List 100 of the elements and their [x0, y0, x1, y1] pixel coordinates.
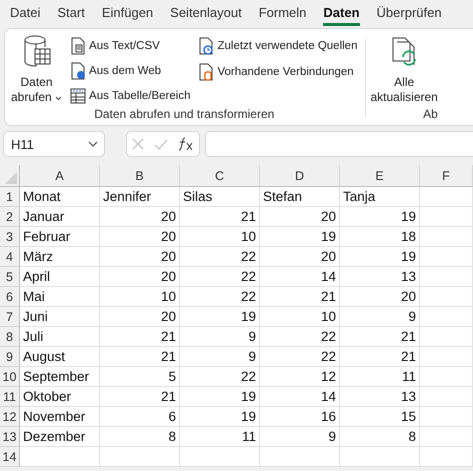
database-document-icon [198, 63, 214, 81]
row-header[interactable]: 2 [0, 207, 20, 227]
ribbon-tab[interactable]: Überprüfen [376, 0, 442, 26]
cancel-icon[interactable] [132, 138, 144, 150]
table-cell: 9 [340, 307, 420, 327]
table-cell: 11 [340, 367, 420, 387]
table-cell: 19 [180, 307, 260, 327]
table-cell: 19 [180, 407, 260, 427]
database-table-icon [22, 35, 51, 69]
table-cell: 21 [180, 207, 260, 227]
column-header[interactable]: B [100, 165, 180, 187]
column-header[interactable]: A [20, 165, 100, 187]
table-cell: November [20, 407, 100, 427]
table-cell: Oktober [20, 387, 100, 407]
table-cell: 19 [180, 387, 260, 407]
table-cell: 10 [100, 287, 180, 307]
table-cell: Jennifer [100, 187, 180, 207]
table-cell: 21 [340, 327, 420, 347]
table-cell: 21 [260, 287, 340, 307]
table-cell: 8 [100, 427, 180, 447]
ribbon-command[interactable]: Aus Tabelle/Bereich [70, 84, 190, 107]
table-cell: Monat [20, 187, 100, 207]
name-box[interactable]: H11 [3, 131, 105, 157]
table-cell: 10 [180, 227, 260, 247]
table-cell: August [20, 347, 100, 367]
table-cell: 15 [340, 407, 420, 427]
row-header[interactable]: 11 [0, 387, 20, 407]
table-icon [70, 86, 86, 104]
table-cell: 16 [260, 407, 340, 427]
cell-reference: H11 [11, 136, 34, 152]
table-cell: 22 [180, 267, 260, 287]
document-icon [70, 36, 86, 54]
table-cell: 20 [100, 207, 180, 227]
table-cell: Tanja [340, 187, 420, 207]
table-cell: Mai [20, 287, 100, 307]
corner-triangle-icon [5, 172, 17, 184]
ribbon-tab[interactable]: Einfügen [102, 0, 154, 26]
row-header[interactable]: 10 [0, 367, 20, 387]
row-header[interactable]: 7 [0, 307, 20, 327]
caret-icon [55, 96, 62, 101]
table-cell: 13 [340, 267, 420, 287]
get-data-button[interactable]: Daten abrufen [11, 33, 62, 107]
ribbon-tab[interactable]: Start [57, 0, 85, 26]
chevron-down-icon [88, 141, 98, 147]
column-header[interactable]: C [180, 165, 260, 187]
refresh-all-button[interactable]: Alle aktualisieren [370, 33, 438, 107]
ribbon-command[interactable]: Aus Text/CSV [70, 34, 190, 57]
group-label: Ab [423, 107, 438, 121]
row-header[interactable]: 1 [0, 187, 20, 207]
table-cell: 20 [100, 247, 180, 267]
row-header[interactable]: 5 [0, 267, 20, 287]
table-cell: 8 [340, 427, 420, 447]
table-cell: 21 [100, 327, 180, 347]
row-header[interactable]: 9 [0, 347, 20, 367]
table-cell: 22 [180, 367, 260, 387]
row-header[interactable]: 6 [0, 287, 20, 307]
table-cell: 19 [260, 227, 340, 247]
table-cell: 20 [340, 287, 420, 307]
row-header[interactable]: 8 [0, 327, 20, 347]
row-header[interactable]: 4 [0, 247, 20, 267]
table-cell: 19 [340, 207, 420, 227]
row-header[interactable]: 13 [0, 427, 20, 447]
ribbon-command[interactable]: Vorhandene Verbindungen [198, 60, 358, 84]
table-cell: 9 [260, 427, 340, 447]
table-cell: Februar [20, 227, 100, 247]
table-cell: Silas [180, 187, 260, 207]
ribbon-tab[interactable]: Datei [10, 0, 40, 26]
formula-input-field[interactable] [205, 131, 473, 157]
table-cell: 9 [180, 327, 260, 347]
column-header[interactable]: E [340, 165, 420, 187]
ribbon-tab[interactable]: Seitenlayout [170, 0, 242, 26]
group-label: Daten abrufen und transformieren [94, 107, 274, 121]
table-cell: Juni [20, 307, 100, 327]
clock-document-icon [198, 37, 214, 55]
table-cell: Dezember [20, 427, 100, 447]
table-cell: 13 [340, 387, 420, 407]
table-cell: 19 [340, 247, 420, 267]
table-cell: September [20, 367, 100, 387]
table-cell: 10 [260, 307, 340, 327]
check-icon[interactable] [154, 138, 168, 150]
ribbon-command[interactable]: Zuletzt verwendete Quellen [198, 34, 358, 58]
table-cell: 22 [260, 347, 340, 367]
ribbon-command[interactable]: Aus dem Web [70, 59, 190, 82]
select-all-corner[interactable] [0, 165, 20, 187]
table-cell: 20 [100, 267, 180, 287]
table-cell: 21 [100, 347, 180, 367]
row-header[interactable]: 12 [0, 407, 20, 427]
ribbon-tab[interactable]: Formeln [258, 0, 306, 26]
table-cell: Januar [20, 207, 100, 227]
table-cell: 20 [260, 247, 340, 267]
table-cell: 11 [180, 427, 260, 447]
table-cell: 22 [180, 287, 260, 307]
table-cell: April [20, 267, 100, 287]
column-header[interactable]: F [420, 165, 473, 187]
column-header[interactable]: D [260, 165, 340, 187]
table-cell: 14 [260, 387, 340, 407]
insert-function-icon[interactable] [178, 137, 194, 151]
table-cell: 12 [260, 367, 340, 387]
row-header[interactable]: 14 [0, 447, 20, 467]
row-header[interactable]: 3 [0, 227, 20, 247]
